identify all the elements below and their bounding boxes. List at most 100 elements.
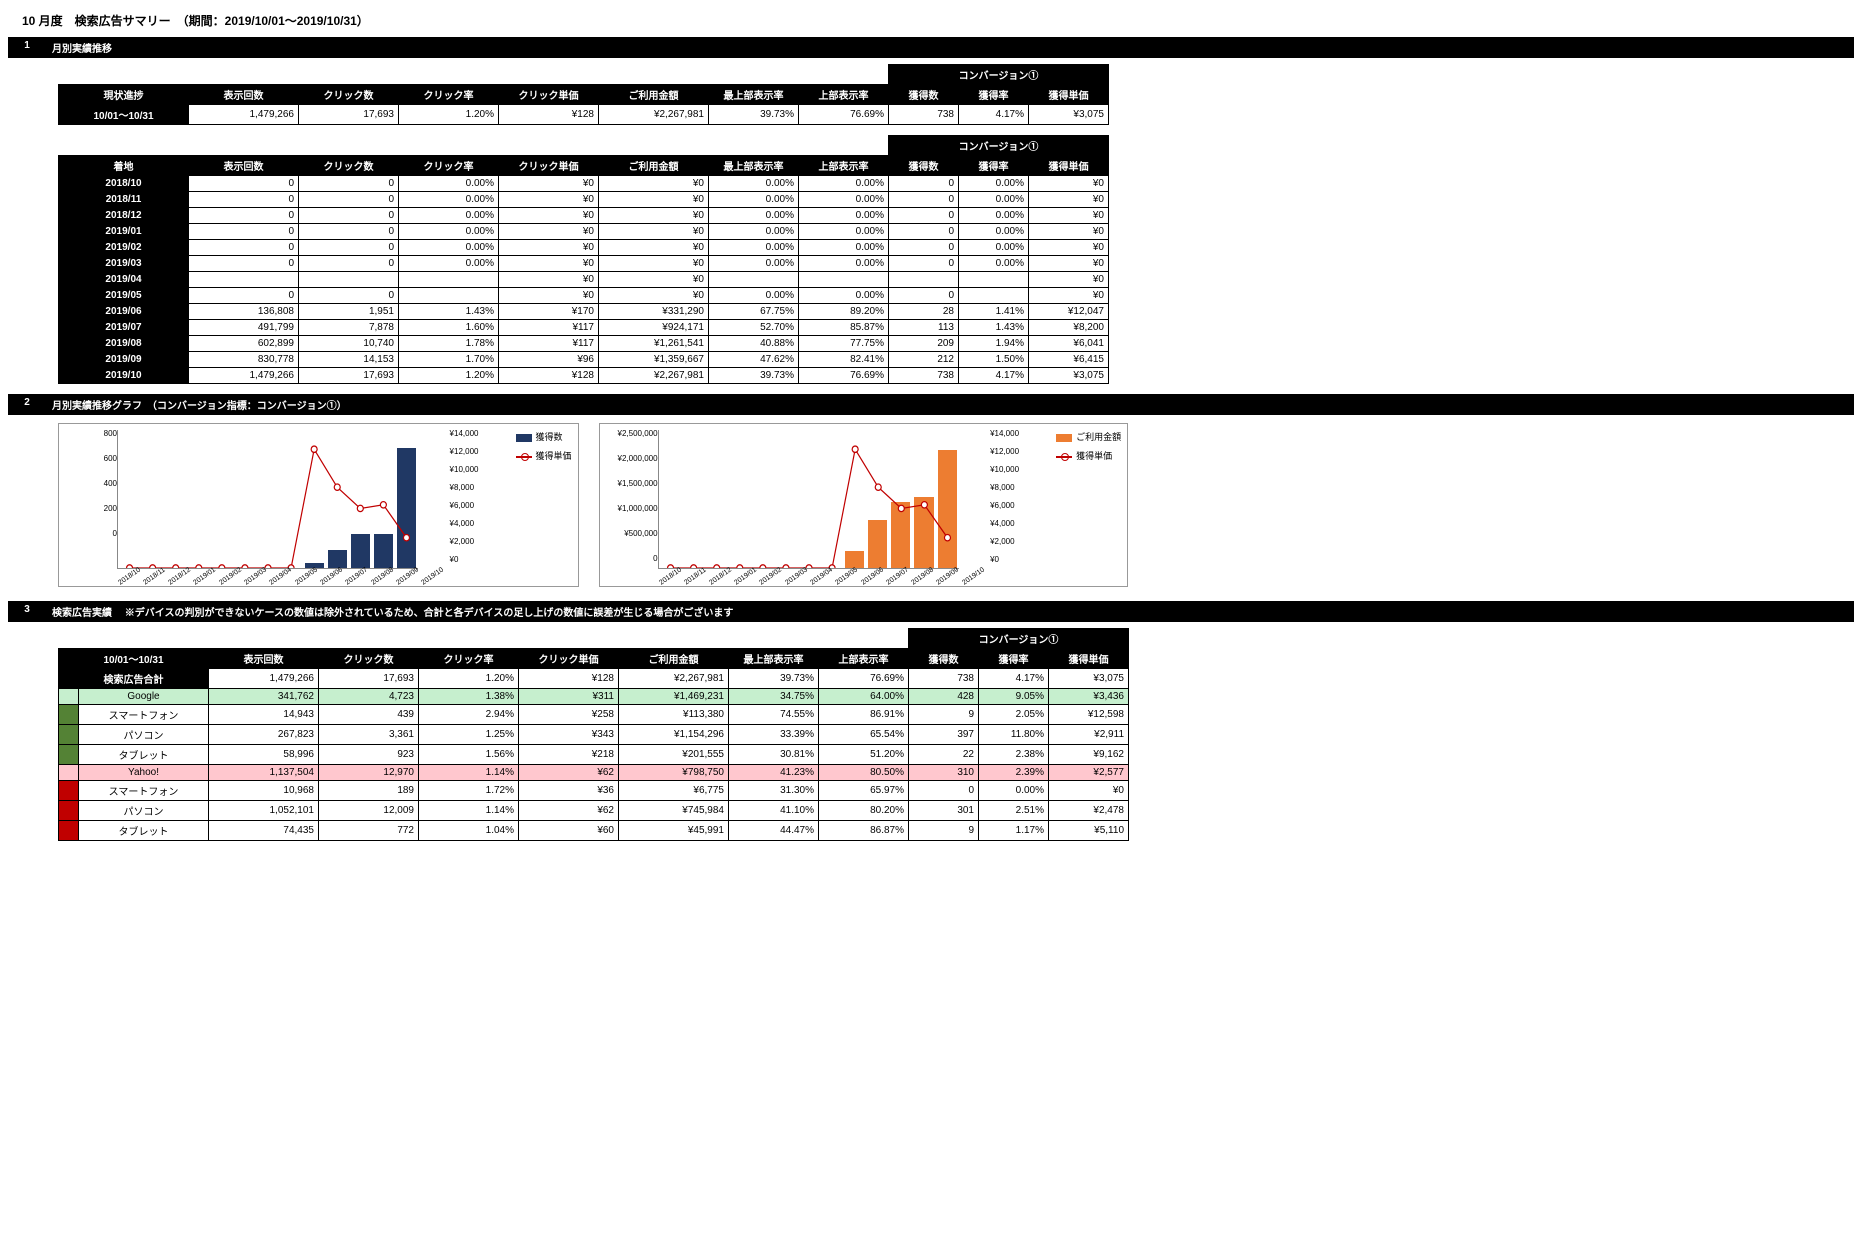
cell: 3,361 — [319, 725, 419, 745]
cell: 1.43% — [399, 304, 499, 320]
cell: 1,137,504 — [209, 765, 319, 781]
charts-row: 80060040020002018/102018/112018/122019/0… — [58, 423, 1854, 587]
conv-header: コンバージョン① — [889, 136, 1109, 156]
color-bar — [59, 781, 79, 801]
cell: ¥6,415 — [1029, 352, 1109, 368]
cell: ¥0 — [599, 208, 709, 224]
cell: 0 — [889, 224, 959, 240]
cell: 39.73% — [729, 669, 819, 689]
cell: 772 — [319, 821, 419, 841]
col-header: ご利用金額 — [599, 85, 709, 105]
cell — [399, 288, 499, 304]
cell: 64.00% — [819, 689, 909, 705]
first-col-header: 着地 — [59, 156, 189, 176]
section-1-num: 1 — [8, 37, 46, 58]
cell: 31.30% — [729, 781, 819, 801]
search-table: コンバージョン①10/01～10/31表示回数クリック数クリック率クリック単価ご… — [58, 628, 1129, 841]
cell: 0 — [189, 288, 299, 304]
row-label: スマートフォン — [79, 705, 209, 725]
progress-table: コンバージョン①現状進捗表示回数クリック数クリック率クリック単価ご利用金額最上部… — [58, 64, 1109, 125]
cell: 0.00% — [959, 208, 1029, 224]
col-header: 獲得率 — [979, 649, 1049, 669]
col-header: クリック数 — [319, 649, 419, 669]
cell: 1.50% — [959, 352, 1029, 368]
plot-area — [658, 430, 959, 569]
cell: 136,808 — [189, 304, 299, 320]
cell: 0.00% — [799, 208, 889, 224]
cell: 0.00% — [709, 288, 799, 304]
cell: ¥0 — [1049, 781, 1129, 801]
cell: 0.00% — [709, 256, 799, 272]
cell: 267,823 — [209, 725, 319, 745]
cell: ¥2,478 — [1049, 801, 1129, 821]
cell: 1.14% — [419, 765, 519, 781]
row-header: 2019/02 — [59, 240, 189, 256]
progress-table-wrap: コンバージョン①現状進捗表示回数クリック数クリック率クリック単価ご利用金額最上部… — [58, 64, 1854, 125]
cell: 17,693 — [299, 105, 399, 125]
color-bar — [59, 705, 79, 725]
color-bar — [59, 821, 79, 841]
cell: ¥8,200 — [1029, 320, 1109, 336]
cell: 28 — [889, 304, 959, 320]
col-header: 最上部表示率 — [709, 85, 799, 105]
cell: 0 — [189, 176, 299, 192]
cell: ¥1,359,667 — [599, 352, 709, 368]
cell: 1.70% — [399, 352, 499, 368]
table-row: パソコン267,8233,3611.25%¥343¥1,154,29633.39… — [59, 725, 1129, 745]
cell: 2.38% — [979, 745, 1049, 765]
cell: 923 — [319, 745, 419, 765]
cell — [889, 272, 959, 288]
cell: 2.94% — [419, 705, 519, 725]
cell: 0 — [299, 192, 399, 208]
color-bar — [59, 765, 79, 781]
cell: 89.20% — [799, 304, 889, 320]
cell: 1,052,101 — [209, 801, 319, 821]
cell: 0.00% — [709, 192, 799, 208]
col-header: クリック単価 — [499, 156, 599, 176]
cell: 0.00% — [799, 240, 889, 256]
cell: 0.00% — [799, 224, 889, 240]
cell: 52.70% — [709, 320, 799, 336]
cell: 0 — [189, 256, 299, 272]
cell: ¥128 — [499, 368, 599, 384]
table-row: スマートフォン10,9681891.72%¥36¥6,77531.30%65.9… — [59, 781, 1129, 801]
cell: ¥2,911 — [1049, 725, 1129, 745]
y-axis-left: ¥2,500,000¥2,000,000¥1,500,000¥1,000,000… — [606, 430, 658, 580]
cell: 4.17% — [959, 105, 1029, 125]
col-header: 獲得数 — [909, 649, 979, 669]
cell: 830,778 — [189, 352, 299, 368]
row-header: 検索広告合計 — [59, 669, 209, 689]
cell: 0 — [299, 256, 399, 272]
cell: 491,799 — [189, 320, 299, 336]
cell: ¥0 — [1029, 192, 1109, 208]
row-header: 2019/08 — [59, 336, 189, 352]
cell: ¥128 — [499, 105, 599, 125]
cell: ¥12,047 — [1029, 304, 1109, 320]
cell: ¥3,436 — [1049, 689, 1129, 705]
section-2-num: 2 — [8, 394, 46, 415]
cell: 9.05% — [979, 689, 1049, 705]
cell: 189 — [319, 781, 419, 801]
cell: ¥2,267,981 — [599, 368, 709, 384]
cell: 4.17% — [959, 368, 1029, 384]
cell: ¥1,261,541 — [599, 336, 709, 352]
cell: 74.55% — [729, 705, 819, 725]
color-bar — [59, 725, 79, 745]
landing-table: コンバージョン①着地表示回数クリック数クリック率クリック単価ご利用金額最上部表示… — [58, 135, 1109, 384]
col-header: 最上部表示率 — [709, 156, 799, 176]
cell: 209 — [889, 336, 959, 352]
cell: 0 — [889, 240, 959, 256]
section-3-num: 3 — [8, 601, 46, 622]
cell: 1,479,266 — [189, 105, 299, 125]
cell: 0.00% — [399, 240, 499, 256]
cell: 738 — [889, 105, 959, 125]
cell: 0 — [299, 176, 399, 192]
cell: ¥6,775 — [619, 781, 729, 801]
cell: 74,435 — [209, 821, 319, 841]
table-row: Yahoo!1,137,50412,9701.14%¥62¥798,75041.… — [59, 765, 1129, 781]
col-header: クリック率 — [419, 649, 519, 669]
col-header: 獲得数 — [889, 85, 959, 105]
cell — [799, 272, 889, 288]
cell: ¥0 — [599, 272, 709, 288]
cell: 0.00% — [399, 208, 499, 224]
